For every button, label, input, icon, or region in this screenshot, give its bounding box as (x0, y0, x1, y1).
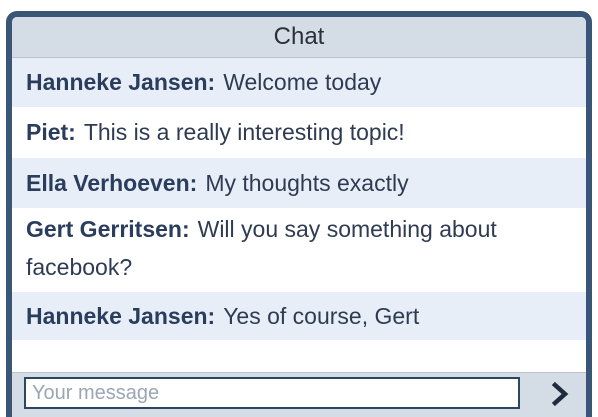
message-list: Hanneke Jansen: Welcome today Piet: This… (12, 58, 586, 340)
message-text: My thoughts exactly (205, 169, 409, 196)
message-item: Hanneke Jansen: Yes of course, Gert (12, 292, 586, 340)
message-item: Piet: This is a really interesting topic… (12, 107, 586, 158)
send-button[interactable] (546, 379, 576, 409)
message-composer (12, 372, 586, 417)
message-input[interactable] (24, 377, 520, 409)
chat-title: Chat (12, 17, 586, 58)
message-author: Gert Gerritsen: (26, 216, 190, 242)
message-author: Hanneke Jansen: (26, 302, 216, 329)
message-author: Piet: (26, 119, 76, 145)
chevron-right-icon (546, 379, 576, 409)
chat-window: Chat Hanneke Jansen: Welcome today Piet:… (6, 11, 592, 417)
message-item: Hanneke Jansen: Welcome today (12, 58, 586, 107)
message-text: This is a really interesting topic! (83, 119, 405, 145)
message-author: Hanneke Jansen: (26, 69, 216, 95)
message-author: Ella Verhoeven: (26, 169, 198, 196)
message-text: Welcome today (223, 69, 382, 95)
message-item: Ella Verhoeven: My thoughts exactly (12, 158, 586, 208)
message-item: Gert Gerritsen: Will you say something ab… (12, 208, 586, 292)
message-text: Yes of course, Gert (223, 302, 420, 329)
